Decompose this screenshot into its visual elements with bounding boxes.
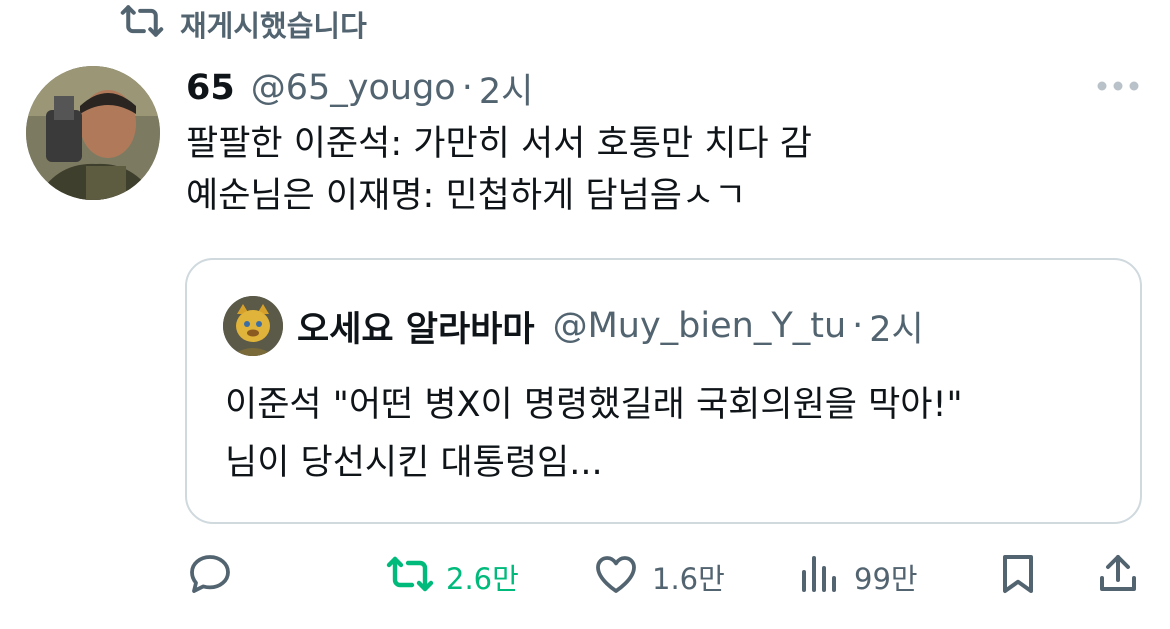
views-icon — [794, 550, 842, 605]
views-button[interactable]: 99만 — [794, 550, 918, 604]
quote-handle: @Muy_bien_Y_tu — [552, 306, 847, 346]
tweet-view: 재게시했습니다 65 @65_yougo · 2시 팔팔한 이준석: 가만히 서… — [0, 0, 1170, 629]
quote-text: 이준석 "어떤 병X이 명령했길래 국회의원을 막아!" 님이 당선시킨 대통령… — [225, 376, 1125, 492]
tweet-header: 65 @65_yougo · 2시 — [186, 64, 533, 112]
like-button[interactable]: 1.6만 — [592, 550, 725, 604]
separator-dot: · — [461, 68, 473, 108]
user-handle[interactable]: @65_yougo — [251, 68, 456, 108]
repost-banner-text: 재게시했습니다 — [180, 9, 367, 43]
bookmark-icon — [994, 550, 1042, 605]
like-count: 1.6만 — [652, 562, 725, 596]
repost-icon — [120, 0, 164, 50]
tweet-text-line: 팔팔한 이준석: 가만히 서서 호통만 치다 감 — [186, 124, 812, 164]
quote-text-line: 님이 당선시킨 대통령임... — [225, 443, 603, 483]
quote-avatar — [223, 296, 283, 356]
quote-timestamp: 2시 — [869, 309, 924, 350]
separator-dot: · — [852, 306, 864, 346]
repost-banner: 재게시했습니다 — [120, 4, 367, 44]
bookmark-button[interactable] — [994, 550, 1042, 604]
tweet-text-line: 예순님은 이재명: 민첩하게 담넘음ㅅㄱ — [186, 176, 747, 216]
more-icon — [1097, 81, 1139, 91]
views-count: 99만 — [854, 562, 918, 596]
reply-icon — [186, 550, 234, 605]
repost-icon — [386, 550, 434, 605]
share-button[interactable] — [1094, 550, 1142, 604]
heart-icon — [592, 550, 640, 605]
repost-button[interactable]: 2.6만 — [386, 550, 519, 604]
timestamp[interactable]: 2시 — [479, 63, 533, 114]
more-options-button[interactable] — [1094, 70, 1142, 102]
repost-count: 2.6만 — [446, 562, 519, 596]
quote-display-name: 오세요 알라바마 — [297, 309, 535, 350]
quote-text-line: 이준석 "어떤 병X이 명령했길래 국회의원을 막아!" — [225, 385, 963, 425]
tweet-text: 팔팔한 이준석: 가만히 서서 호통만 치다 감 예순님은 이재명: 민첩하게 … — [186, 118, 1126, 222]
avatar[interactable] — [26, 66, 160, 200]
quoted-tweet-card[interactable]: 오세요 알라바마 @Muy_bien_Y_tu · 2시 이준석 "어떤 병X이… — [185, 258, 1142, 524]
quote-header: 오세요 알라바마 @Muy_bien_Y_tu · 2시 — [297, 302, 924, 350]
share-icon — [1094, 550, 1142, 605]
display-name[interactable]: 65 — [186, 68, 235, 108]
reply-button[interactable] — [186, 550, 234, 604]
